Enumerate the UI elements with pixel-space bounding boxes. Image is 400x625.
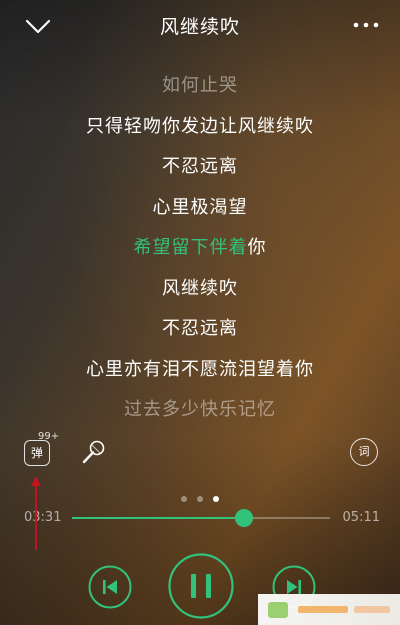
- more-button[interactable]: [350, 14, 382, 36]
- top-bar: 风继续吹: [0, 0, 400, 52]
- progress-fill: [72, 517, 245, 519]
- sing-along-button[interactable]: [78, 438, 108, 468]
- watermark-mark: [268, 602, 288, 618]
- watermark-text: [354, 606, 390, 613]
- lyric-line-current: 希望留下伴着你: [0, 228, 400, 269]
- page-indicator: [0, 487, 400, 506]
- progress-bar[interactable]: [72, 509, 330, 527]
- song-title: 风继续吹: [159, 16, 240, 38]
- lyric-line: 不忍远离: [162, 318, 238, 339]
- danmu-icon: 弹: [24, 440, 50, 466]
- lyric-line: 只得轻吻你发边让风继续吹: [86, 115, 314, 137]
- back-button[interactable]: [22, 12, 54, 40]
- lyrics-panel[interactable]: 如何止哭 只得轻吻你发边让风继续吹 不忍远离 心里极渴望 希望留下伴着你 风继续…: [0, 66, 400, 431]
- lyric-line: 如何止哭: [162, 75, 238, 96]
- progress-knob[interactable]: [235, 509, 254, 527]
- lyric-settings-icon: 词: [350, 438, 378, 466]
- watermark-logo: [258, 594, 400, 625]
- annotation-arrow: [30, 476, 42, 550]
- page-dot-active[interactable]: [213, 496, 219, 502]
- pause-icon: [168, 553, 234, 619]
- lyric-sung-part: 希望留下伴着: [133, 237, 248, 258]
- lyric-unsung-part: 你: [247, 237, 267, 258]
- total-time: 05:11: [342, 510, 380, 525]
- microphone-icon: [82, 440, 105, 464]
- more-icon: [353, 22, 379, 28]
- lyric-line: 心里极渴望: [152, 196, 248, 218]
- arrow-up-icon: [31, 476, 41, 550]
- danmu-button[interactable]: 99+ 弹: [24, 431, 59, 468]
- lyric-line: 过去多少快乐记忆: [124, 399, 276, 420]
- lyric-line: 不忍远离: [162, 156, 238, 177]
- lyric-line: 心里亦有泪不愿流泪望着你: [86, 358, 314, 380]
- watermark-text: [298, 606, 348, 613]
- lyric-line: 风继续吹: [162, 277, 238, 299]
- page-dot[interactable]: [181, 496, 187, 502]
- previous-button[interactable]: [88, 565, 132, 609]
- pause-button[interactable]: [168, 553, 234, 619]
- chevron-down-icon: [25, 19, 51, 34]
- previous-icon: [88, 565, 132, 609]
- lyric-settings-button[interactable]: 词: [350, 438, 378, 466]
- page-dot[interactable]: [197, 496, 203, 502]
